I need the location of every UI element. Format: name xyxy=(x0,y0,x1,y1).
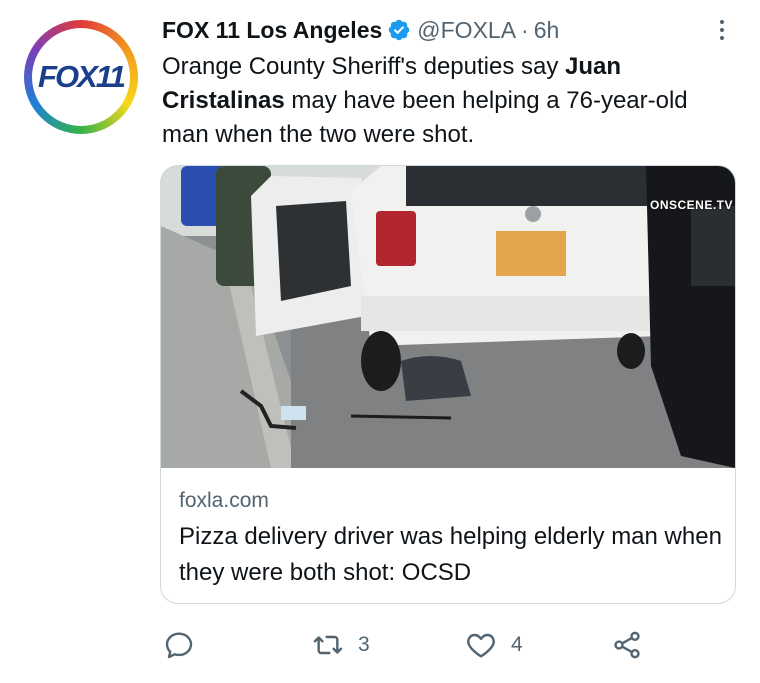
retweet-count: 3 xyxy=(358,633,370,656)
more-dot xyxy=(720,20,724,24)
card-title: Pizza delivery driver was helping elderl… xyxy=(179,523,722,586)
retweet-button[interactable]: 3 xyxy=(312,625,370,665)
reply-icon xyxy=(165,632,193,659)
share-button[interactable] xyxy=(611,625,643,665)
link-card[interactable]: ONSCENE.TV foxla.com Pizza delivery driv… xyxy=(160,165,736,604)
like-button[interactable]: 4 xyxy=(465,625,523,665)
display-name[interactable]: FOX 11 Los Angeles xyxy=(162,17,382,44)
avatar-logo-text: FOX11 xyxy=(38,59,126,94)
heart-icon xyxy=(467,633,495,658)
tweet-header: FOX 11 Los Angeles @FOXLA · 6h xyxy=(162,14,559,46)
verified-badge-icon xyxy=(387,18,411,42)
retweet-icon xyxy=(313,635,343,655)
card-domain: foxla.com xyxy=(179,489,269,512)
tweet-text-part: Orange County Sheriff's deputies say xyxy=(162,53,566,80)
card-photo xyxy=(161,166,735,468)
tweet-timestamp[interactable]: 6h xyxy=(534,17,560,44)
share-icon xyxy=(614,631,640,659)
avatar-logo: FOX11 xyxy=(32,28,130,126)
like-count: 4 xyxy=(511,633,523,656)
photo-watermark: ONSCENE.TV xyxy=(649,198,733,212)
more-vertical-icon[interactable] xyxy=(712,14,732,46)
tweet-actions: 3 4 xyxy=(0,625,760,665)
account-handle[interactable]: @FOXLA xyxy=(417,17,516,44)
account-avatar[interactable]: FOX11 xyxy=(24,20,138,134)
tweet-text: Orange County Sheriff's deputies say Jua… xyxy=(162,50,722,152)
more-dot xyxy=(720,28,724,32)
more-dot xyxy=(720,36,724,40)
header-separator: · xyxy=(521,16,529,43)
reply-button[interactable] xyxy=(163,625,209,665)
